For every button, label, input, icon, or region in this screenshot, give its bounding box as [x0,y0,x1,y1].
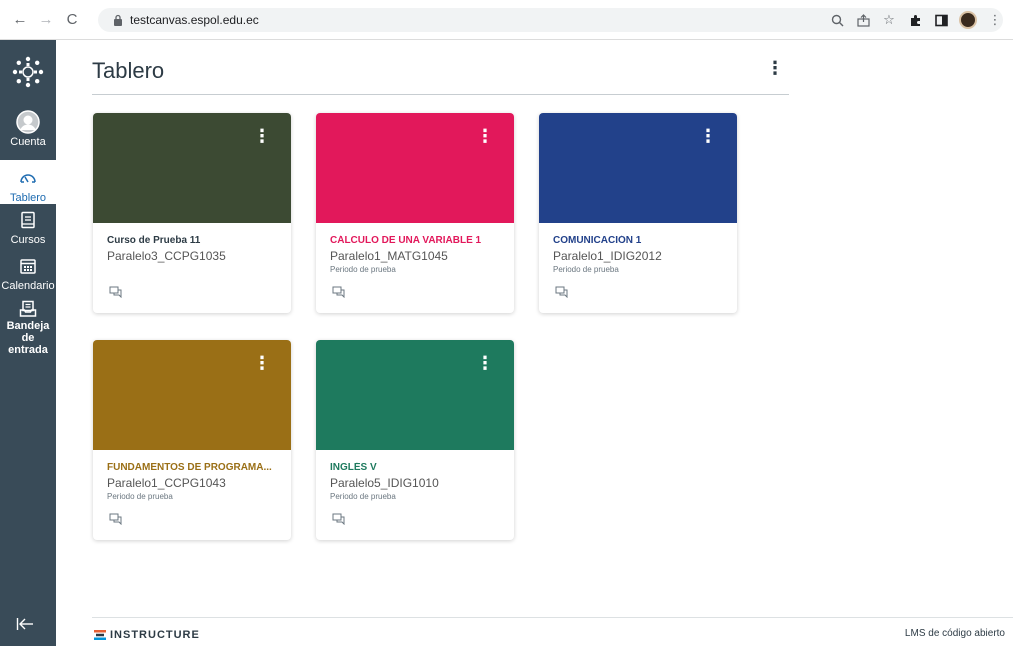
side-panel-icon[interactable] [933,12,949,28]
nav-label-cursos: Cursos [10,234,46,246]
profile-avatar[interactable] [959,11,977,29]
bookmark-star-icon[interactable]: ☆ [881,12,897,28]
discussions-icon[interactable] [332,512,346,526]
extensions-icon[interactable] [907,12,923,28]
calendar-icon [16,254,40,278]
course-code: Paralelo5_IDIG1010 [330,476,439,490]
instructure-mark-icon [94,630,106,640]
nav-item-cuenta[interactable]: Cuenta [0,110,56,154]
zoom-icon[interactable] [829,12,845,28]
course-term: Periodo de prueba [553,265,619,274]
footer-divider [92,617,1013,618]
nav-label-tablero: Tablero [9,192,47,204]
dashboard-main: Tablero ⋮ ⋮ Curso de Prueba 11 Paralelo3… [56,40,1013,646]
dashboard-gauge-icon [16,166,40,190]
reload-icon[interactable]: C [62,10,82,30]
course-name[interactable]: CÁLCULO DE UNA VARIABLE 1 [330,235,506,246]
discussions-icon[interactable] [555,285,569,299]
course-name[interactable]: INGLÉS V [330,462,506,473]
nav-label-bandeja: Bandeja de entrada [6,320,50,356]
course-code: Paralelo1_IDIG2012 [553,249,662,263]
course-card[interactable]: ⋮ CÁLCULO DE UNA VARIABLE 1 Paralelo1_MA… [316,113,514,313]
nav-label-cuenta: Cuenta [10,136,46,148]
nav-label-calendario: Calendario [1,280,55,292]
page-title: Tablero [92,58,165,83]
card-options-icon[interactable]: ⋮ [476,127,494,145]
nav-item-tablero[interactable]: Tablero [0,160,56,204]
collapse-nav-icon[interactable] [16,617,34,636]
browser-toolbar: ← → C testcanvas.espol.edu.ec ☆ ⋮ [0,0,1013,40]
card-options-icon[interactable]: ⋮ [253,354,271,372]
nav-item-bandeja[interactable]: Bandeja de entrada [0,300,56,356]
course-code: Paralelo1_MATG1045 [330,249,448,263]
card-options-icon[interactable]: ⋮ [699,127,717,145]
instructure-logo[interactable]: INSTRUCTURE [94,629,200,641]
browser-actions: ☆ ⋮ [829,8,1013,32]
account-avatar-icon [16,110,40,134]
course-code: Paralelo1_CCPG1043 [107,476,226,490]
course-term: Periodo de prueba [330,492,396,501]
inbox-icon [16,300,40,318]
url-text: testcanvas.espol.edu.ec [130,13,259,27]
lock-icon [112,14,124,26]
course-card[interactable]: ⋮ INGLÉS V Paralelo5_IDIG1010 Periodo de… [316,340,514,540]
title-divider [92,94,789,95]
discussions-icon[interactable] [109,512,123,526]
discussions-icon[interactable] [332,285,346,299]
browser-menu-icon[interactable]: ⋮ [987,12,1003,28]
discussions-icon[interactable] [109,285,123,299]
dashboard-options-icon[interactable]: ⋮ [766,58,784,79]
forward-arrow-icon[interactable]: → [36,10,56,30]
nav-item-calendario[interactable]: Calendario [0,254,56,298]
canvas-logo-icon[interactable] [12,56,44,88]
course-card[interactable]: ⋮ FUNDAMENTOS DE PROGRAMA... Paralelo1_C… [93,340,291,540]
card-options-icon[interactable]: ⋮ [253,127,271,145]
course-name[interactable]: FUNDAMENTOS DE PROGRAMA... [107,462,283,473]
nav-item-cursos[interactable]: Cursos [0,208,56,252]
share-icon[interactable] [855,12,871,28]
global-navigation: Cuenta Tablero Cursos Calendario Bandeja… [0,40,56,646]
card-options-icon[interactable]: ⋮ [476,354,494,372]
course-name[interactable]: COMUNICACIÓN 1 [553,235,729,246]
course-term: Periodo de prueba [330,265,396,274]
course-code: Paralelo3_CCPG1035 [107,249,226,263]
footer-tagline[interactable]: LMS de código abierto [905,628,1005,639]
course-term: Periodo de prueba [107,492,173,501]
instructure-brand: INSTRUCTURE [110,629,200,641]
back-arrow-icon[interactable]: ← [10,10,30,30]
course-name[interactable]: Curso de Prueba 11 [107,235,283,246]
course-card[interactable]: ⋮ COMUNICACIÓN 1 Paralelo1_IDIG2012 Peri… [539,113,737,313]
courses-book-icon [16,208,40,232]
course-card[interactable]: ⋮ Curso de Prueba 11 Paralelo3_CCPG1035 [93,113,291,313]
